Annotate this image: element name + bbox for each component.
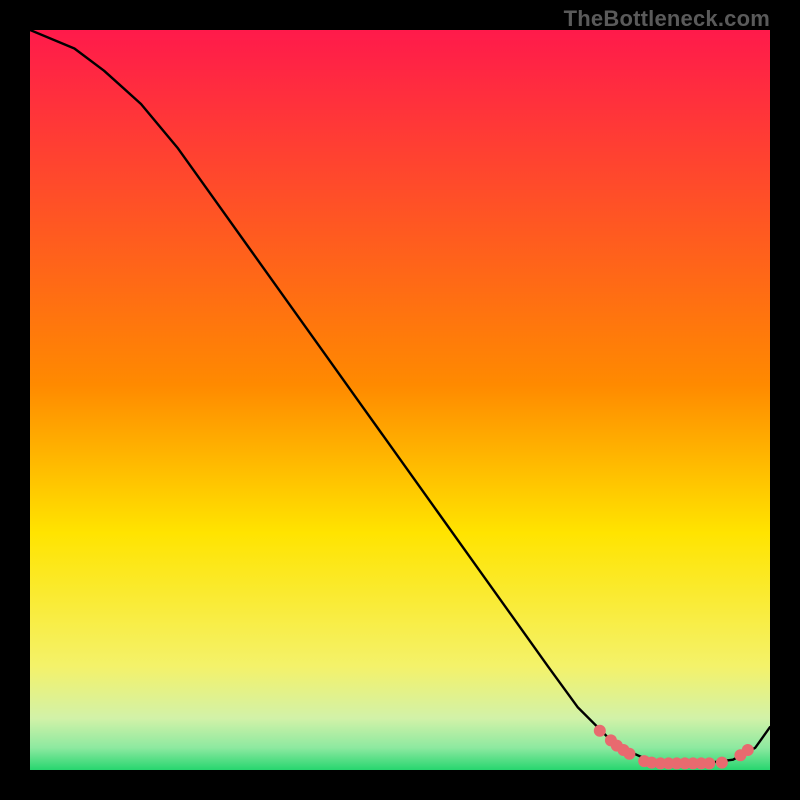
marker-group bbox=[594, 725, 754, 770]
marker-dot bbox=[703, 757, 715, 769]
watermark-text: TheBottleneck.com bbox=[564, 6, 770, 32]
chart-frame: TheBottleneck.com bbox=[0, 0, 800, 800]
marker-dot bbox=[742, 744, 754, 756]
bottleneck-curve bbox=[30, 30, 770, 763]
marker-dot bbox=[623, 748, 635, 760]
marker-dot bbox=[594, 725, 606, 737]
marker-dot bbox=[716, 757, 728, 769]
plot-area bbox=[30, 30, 770, 770]
chart-curve-layer bbox=[30, 30, 770, 770]
